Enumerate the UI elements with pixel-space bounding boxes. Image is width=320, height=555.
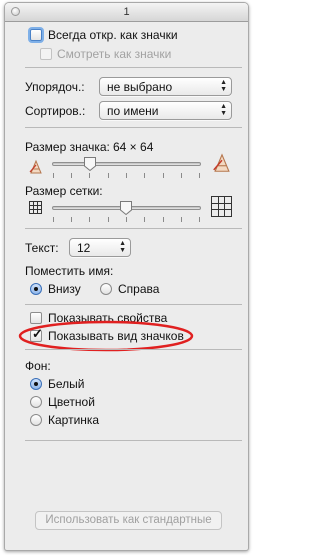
sort-label: Сортиров.:	[25, 104, 86, 118]
background-white-radio[interactable]	[30, 378, 42, 390]
text-size-value: 12	[77, 241, 91, 255]
always-open-label: Всегда откр. как значки	[48, 28, 178, 42]
checkmark-icon: ✓	[32, 326, 43, 341]
show-icon-preview-checkbox[interactable]: ✓	[30, 326, 43, 342]
arrange-value: не выбрано	[107, 80, 173, 94]
large-grid-icon	[211, 196, 232, 217]
separator	[25, 67, 242, 68]
grid-spacing-label: Размер сетки:	[25, 184, 103, 198]
text-size-select[interactable]: 12 ▲ ▼	[69, 238, 131, 257]
icon-size-label: Размер значка:	[25, 140, 110, 154]
radio-dot	[34, 287, 38, 291]
show-item-info-label: Показывать свойства	[48, 311, 168, 325]
label-bottom-radio[interactable]	[30, 283, 42, 295]
title-bar: 1	[5, 3, 248, 22]
sort-select[interactable]: по имени ▲ ▼	[99, 101, 232, 120]
background-label: Фон:	[25, 359, 51, 373]
separator	[25, 349, 242, 350]
separator	[25, 304, 242, 305]
text-size-label: Текст:	[25, 241, 59, 255]
updown-arrows-icon: ▲ ▼	[119, 240, 126, 254]
use-as-defaults-button[interactable]: Использовать как стандартные	[35, 511, 222, 530]
grid-spacing-slider-ticks	[52, 217, 201, 222]
icon-size-slider-ticks	[52, 173, 201, 178]
label-right-text: Справа	[118, 282, 160, 296]
arrange-select[interactable]: не выбрано ▲ ▼	[99, 77, 232, 96]
icon-size-slider-thumb[interactable]	[83, 156, 97, 172]
show-item-info-checkbox[interactable]	[30, 312, 42, 324]
sort-value: по имени	[107, 104, 159, 118]
window-title: 1	[123, 6, 130, 18]
separator	[25, 127, 242, 128]
small-grid-icon	[29, 201, 42, 214]
background-picture-text: Картинка	[48, 413, 100, 427]
always-open-checkbox[interactable]	[30, 29, 42, 41]
small-app-icon	[29, 159, 42, 174]
arrange-label: Упорядоч.:	[25, 80, 85, 94]
close-button[interactable]	[11, 7, 20, 16]
large-app-icon	[213, 153, 230, 172]
background-picture-radio[interactable]	[30, 414, 42, 426]
grid-spacing-slider-thumb[interactable]	[119, 200, 133, 216]
updown-arrows-icon: ▲ ▼	[220, 103, 227, 117]
separator	[25, 228, 242, 229]
label-bottom-text: Внизу	[48, 282, 81, 296]
updown-arrows-icon: ▲ ▼	[220, 79, 227, 93]
label-position-label: Поместить имя:	[25, 264, 114, 278]
background-white-text: Белый	[48, 377, 85, 391]
icon-size-slider-track[interactable]	[52, 162, 201, 166]
browse-as-icons-label: Смотреть как значки	[57, 47, 172, 61]
browse-as-icons-checkbox[interactable]	[40, 48, 52, 60]
label-right-radio[interactable]	[100, 283, 112, 295]
icon-size-value: 64 × 64	[113, 140, 154, 154]
show-icon-preview-label: Показывать вид значков	[48, 329, 184, 343]
background-color-radio[interactable]	[30, 396, 42, 408]
separator	[25, 440, 242, 441]
background-color-text: Цветной	[48, 395, 95, 409]
radio-dot	[34, 382, 38, 386]
view-options-window: 1 Всегда откр. как значки Смотреть как з…	[4, 2, 249, 551]
